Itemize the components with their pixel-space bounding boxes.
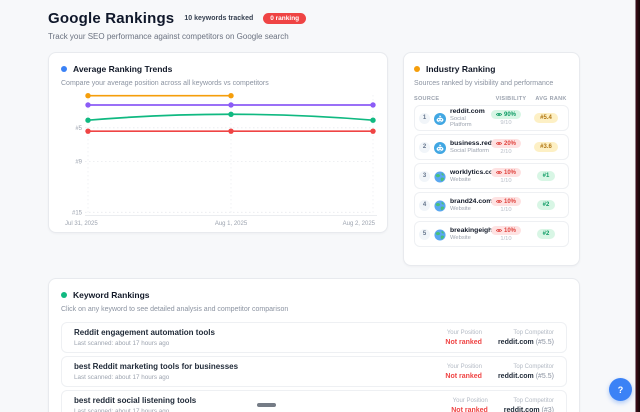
eye-icon	[495, 229, 502, 232]
rank-number: 2	[419, 141, 430, 153]
page-header: Google Rankings 10 keywords tracked 0 ra…	[48, 10, 580, 41]
visibility-score: 2/10	[500, 149, 512, 155]
blue-dot-icon	[61, 66, 67, 72]
keywords-card-subtitle: Click on any keyword to see detailed ana…	[61, 306, 289, 313]
top-competitor-label: Top Competitor	[513, 363, 554, 370]
column-avg-rank: AVG RANK	[535, 96, 567, 102]
visibility-score: 1/10	[500, 207, 512, 213]
industry-ranking-card: Industry Ranking Sources ranked by visib…	[403, 52, 580, 266]
last-scanned-text: Last scanned: about 17 hours ago	[74, 340, 170, 347]
average-ranking-trends-card: Average Ranking Trends Compare your aver…	[48, 52, 388, 233]
your-position-label: Your Position	[446, 329, 482, 336]
keyword-rankings-card: Keyword Rankings Click on any keyword to…	[48, 278, 580, 412]
eye-icon	[495, 171, 502, 174]
visibility-badge: 10%	[490, 197, 521, 206]
avg-rank-badge: #1	[536, 171, 556, 181]
industry-source-row[interactable]: 5 breakingeighty.com Website 10% 1/10 #2	[414, 221, 569, 247]
avg-rank-badge: #2	[536, 229, 556, 239]
top-competitor-label: Top Competitor	[513, 329, 554, 336]
source-type: Social Platform	[450, 116, 472, 128]
visibility-badge: 10%	[490, 168, 521, 177]
svg-text:#9: #9	[75, 160, 82, 166]
help-button[interactable]: ?	[609, 378, 632, 401]
visibility-badge: 20%	[490, 139, 521, 148]
top-competitor-label: Top Competitor	[513, 397, 554, 404]
your-position-value: Not ranked	[451, 406, 488, 412]
eye-icon	[495, 200, 502, 203]
industry-source-row[interactable]: 2 business.reddit.com Social Platform 20…	[414, 134, 569, 160]
industry-card-subtitle: Sources ranked by visibility and perform…	[414, 80, 554, 87]
top-competitor-value: reddit.com (#3)	[503, 406, 554, 412]
reddit-icon	[434, 141, 446, 154]
svg-text:Jul 31, 2025: Jul 31, 2025	[65, 221, 98, 227]
page-subtitle: Track your SEO performance against compe…	[48, 32, 289, 41]
avg-rank-badge: #3.6	[534, 142, 558, 152]
top-competitor-value: reddit.com (#5.5)	[497, 372, 554, 380]
last-scanned-text: Last scanned: about 17 hours ago	[74, 374, 170, 381]
your-position-label: Your Position	[452, 397, 488, 404]
trends-card-subtitle: Compare your average position across all…	[61, 80, 269, 87]
column-visibility: VISIBILITY	[495, 96, 527, 102]
reddit-icon	[434, 112, 446, 125]
svg-text:#15: #15	[72, 210, 83, 216]
svg-text:Aug 1, 2025: Aug 1, 2025	[215, 221, 248, 227]
svg-text:Aug 2, 2025: Aug 2, 2025	[343, 221, 376, 227]
eye-icon	[495, 113, 502, 116]
visibility-badge: 10%	[490, 226, 521, 235]
ranking-trends-chart[interactable]: #5 #9 #15 Jul 31, 2025 Aug 1, 2025 Aug 2, 202…	[61, 92, 377, 233]
keyword-text: Reddit engagement automation tools	[74, 328, 215, 337]
keywords-card-title: Keyword Rankings	[73, 290, 150, 300]
rank-number: 3	[419, 170, 430, 182]
last-scanned-text: Last scanned: about 17 hours ago	[74, 408, 170, 412]
globe-icon	[434, 170, 446, 183]
industry-source-row[interactable]: 4 brand24.com Website 10% 1/10 #2	[414, 192, 569, 218]
keyword-row[interactable]: best Reddit marketing tools for business…	[61, 356, 567, 387]
column-source: SOURCE	[414, 96, 440, 102]
visibility-score: 1/10	[500, 236, 512, 242]
source-name: reddit.com	[450, 108, 485, 115]
industry-card-title: Industry Ranking	[426, 64, 496, 74]
visibility-badge: 90%	[490, 110, 521, 119]
industry-source-row[interactable]: 1 reddit.com Social Platform 90% 9/10 #5…	[414, 105, 569, 131]
ranking-count-badge: 0 ranking	[263, 13, 307, 24]
keyword-text: best reddit social listening tools	[74, 396, 197, 405]
horizontal-scrollbar-thumb[interactable]	[257, 403, 276, 407]
orange-dot-icon	[414, 66, 420, 72]
green-dot-icon	[61, 292, 67, 298]
industry-column-headers: SOURCE VISIBILITY AVG RANK	[414, 96, 569, 102]
rank-number: 1	[419, 112, 430, 124]
your-position-value: Not ranked	[445, 338, 482, 346]
svg-text:#5: #5	[75, 126, 82, 132]
rank-number: 4	[419, 199, 430, 211]
your-position-value: Not ranked	[445, 372, 482, 380]
keyword-row[interactable]: Reddit engagement automation tools Last …	[61, 322, 567, 353]
top-competitor-value: reddit.com (#5.5)	[497, 338, 554, 346]
page-title: Google Rankings	[48, 10, 175, 27]
trends-card-title: Average Ranking Trends	[73, 64, 173, 74]
visibility-score: 9/10	[500, 120, 512, 126]
avg-rank-badge: #2	[536, 200, 556, 210]
avg-rank-badge: #5.4	[534, 113, 558, 123]
rank-number: 5	[419, 228, 430, 240]
globe-icon	[434, 199, 446, 212]
keyword-row[interactable]: best reddit social listening tools Last …	[61, 390, 567, 412]
globe-icon	[434, 228, 446, 241]
your-position-label: Your Position	[446, 363, 482, 370]
keywords-tracked-count: 10 keywords tracked	[184, 15, 254, 22]
keyword-text: best Reddit marketing tools for business…	[74, 362, 239, 371]
window-edge	[635, 0, 640, 412]
eye-icon	[495, 142, 502, 145]
industry-source-row[interactable]: 3 worklytics.co Website 10% 1/10 #1	[414, 163, 569, 189]
visibility-score: 1/10	[500, 178, 512, 184]
